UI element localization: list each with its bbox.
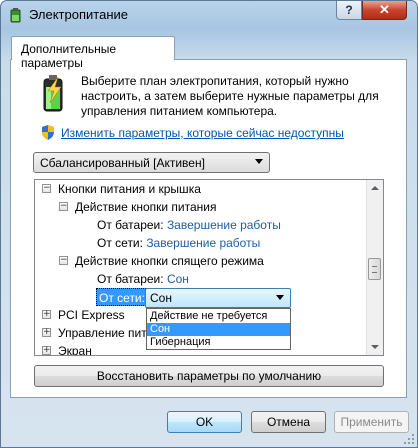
power-app-icon [10, 8, 21, 23]
chevron-down-icon [255, 159, 263, 164]
tree-item-pci-express[interactable]: + PCI Express [42, 306, 125, 324]
tree-label: Действие кнопки питания [75, 200, 217, 214]
titlebar: Электропитание ? ✕ [1, 1, 417, 29]
intro-text: Выберите план электропитания, который ну… [81, 74, 379, 118]
tree-label: Действие кнопки спящего режима [75, 254, 264, 268]
option-sleep[interactable]: Сон [147, 323, 290, 336]
tree-label: Экран [58, 344, 92, 356]
restore-defaults-button[interactable]: Восстановить параметры по умолчанию [34, 365, 384, 387]
ok-button[interactable]: OK [167, 411, 242, 433]
power-plan-select[interactable]: Сбалансированный [Активен] [33, 152, 270, 173]
tree-item-sleep-button-action[interactable]: − Действие кнопки спящего режима [59, 252, 264, 270]
collapse-icon[interactable]: − [59, 202, 68, 211]
tree-label: PCI Express [58, 308, 125, 322]
power-battery-icon [43, 75, 63, 112]
power-options-window: Электропитание ? ✕ Дополнительные параме… [0, 0, 418, 448]
window-title: Электропитание [29, 7, 128, 22]
tree-item-power-on-ac[interactable]: От сети: Завершение работы [97, 234, 260, 252]
sleep-on-ac-combo[interactable]: Сон [145, 288, 291, 308]
tree-scrollbar[interactable] [366, 180, 383, 355]
tree-item-sleep-on-battery[interactable]: От батареи: Сон [97, 270, 189, 288]
tree-label: Кнопки питания и крышка [58, 182, 201, 196]
on-battery-label: От батареи: [97, 272, 167, 286]
collapse-icon[interactable]: − [42, 184, 51, 193]
close-button[interactable]: ✕ [362, 1, 407, 20]
tree-label: Управление пит [58, 326, 147, 340]
expand-icon[interactable]: + [42, 346, 51, 355]
sleep-ac-value: Сон [150, 291, 172, 305]
expand-icon[interactable]: + [42, 310, 51, 319]
expand-icon[interactable]: + [42, 328, 51, 337]
chevron-down-icon [276, 295, 284, 300]
power-ac-value[interactable]: Завершение работы [146, 236, 260, 250]
option-no-action[interactable]: Действие не требуется [147, 310, 290, 323]
help-button[interactable]: ? [336, 1, 362, 20]
tree-item-power-button-action[interactable]: − Действие кнопки питания [59, 198, 217, 216]
scroll-down-arrow-icon[interactable] [367, 339, 383, 355]
tree-item-power-buttons[interactable]: − Кнопки питания и крышка [42, 180, 201, 198]
tree-item-power-on-battery[interactable]: От батареи: Завершение работы [97, 216, 281, 234]
power-plan-value: Сбалансированный [Активен] [40, 156, 205, 170]
apply-button[interactable]: Применить [334, 411, 409, 433]
scroll-thumb[interactable] [368, 258, 381, 280]
option-hibernate[interactable]: Гибернация [147, 336, 290, 349]
sleep-on-ac-label: От сети: [96, 288, 148, 306]
collapse-icon[interactable]: − [59, 256, 68, 265]
on-battery-label: От батареи: [97, 218, 167, 232]
change-unavailable-settings-link[interactable]: Изменить параметры, которые сейчас недос… [61, 126, 344, 140]
scroll-up-arrow-icon[interactable] [367, 180, 383, 196]
cancel-button[interactable]: Отмена [251, 411, 326, 433]
sleep-on-ac-dropdown: Действие не требуется Сон Гибернация [146, 308, 291, 350]
uac-shield-icon [42, 125, 54, 140]
resize-grip-icon[interactable] [404, 434, 414, 444]
power-battery-value[interactable]: Завершение работы [167, 218, 281, 232]
on-ac-label: От сети: [97, 236, 147, 250]
sleep-battery-value[interactable]: Сон [167, 272, 189, 286]
tree-item-cpu-power[interactable]: + Управление пит [42, 324, 147, 342]
tab-advanced-settings[interactable]: Дополнительные параметры [11, 36, 175, 70]
tree-item-screen[interactable]: + Экран [42, 342, 92, 356]
